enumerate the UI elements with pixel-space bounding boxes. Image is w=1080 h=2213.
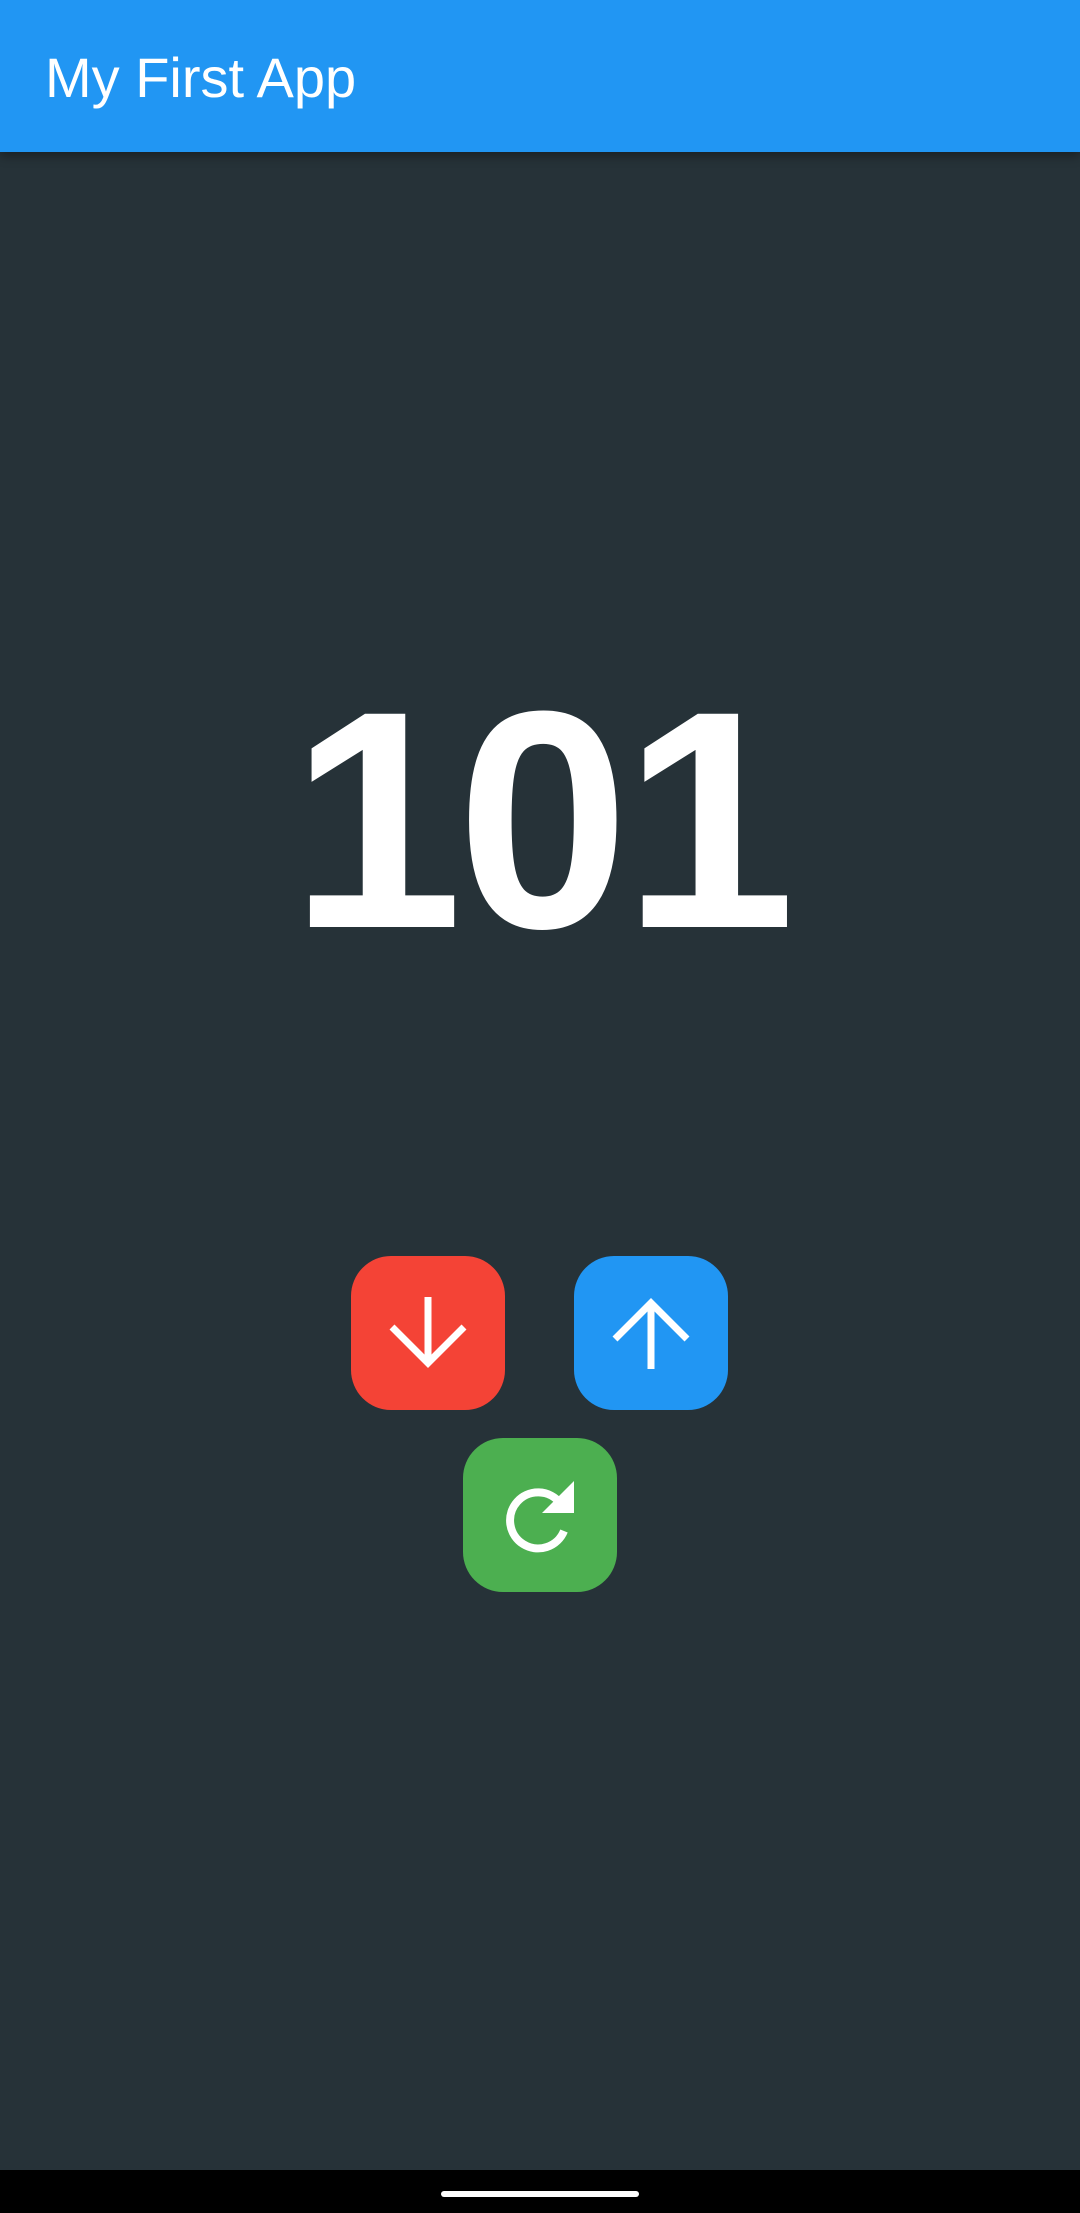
app-bar: My First App [0,0,1080,152]
refresh-icon [506,1481,574,1553]
counter-value: 101 [290,646,795,993]
increment-button[interactable] [574,1256,728,1410]
app-title: My First App [45,46,357,109]
arrow-down-icon [389,1297,467,1368]
decrement-button[interactable] [351,1256,505,1410]
home-indicator[interactable] [441,2191,639,2197]
arrow-up-icon [612,1298,690,1369]
reset-button[interactable] [463,1438,617,1592]
main-content [0,152,1080,2170]
